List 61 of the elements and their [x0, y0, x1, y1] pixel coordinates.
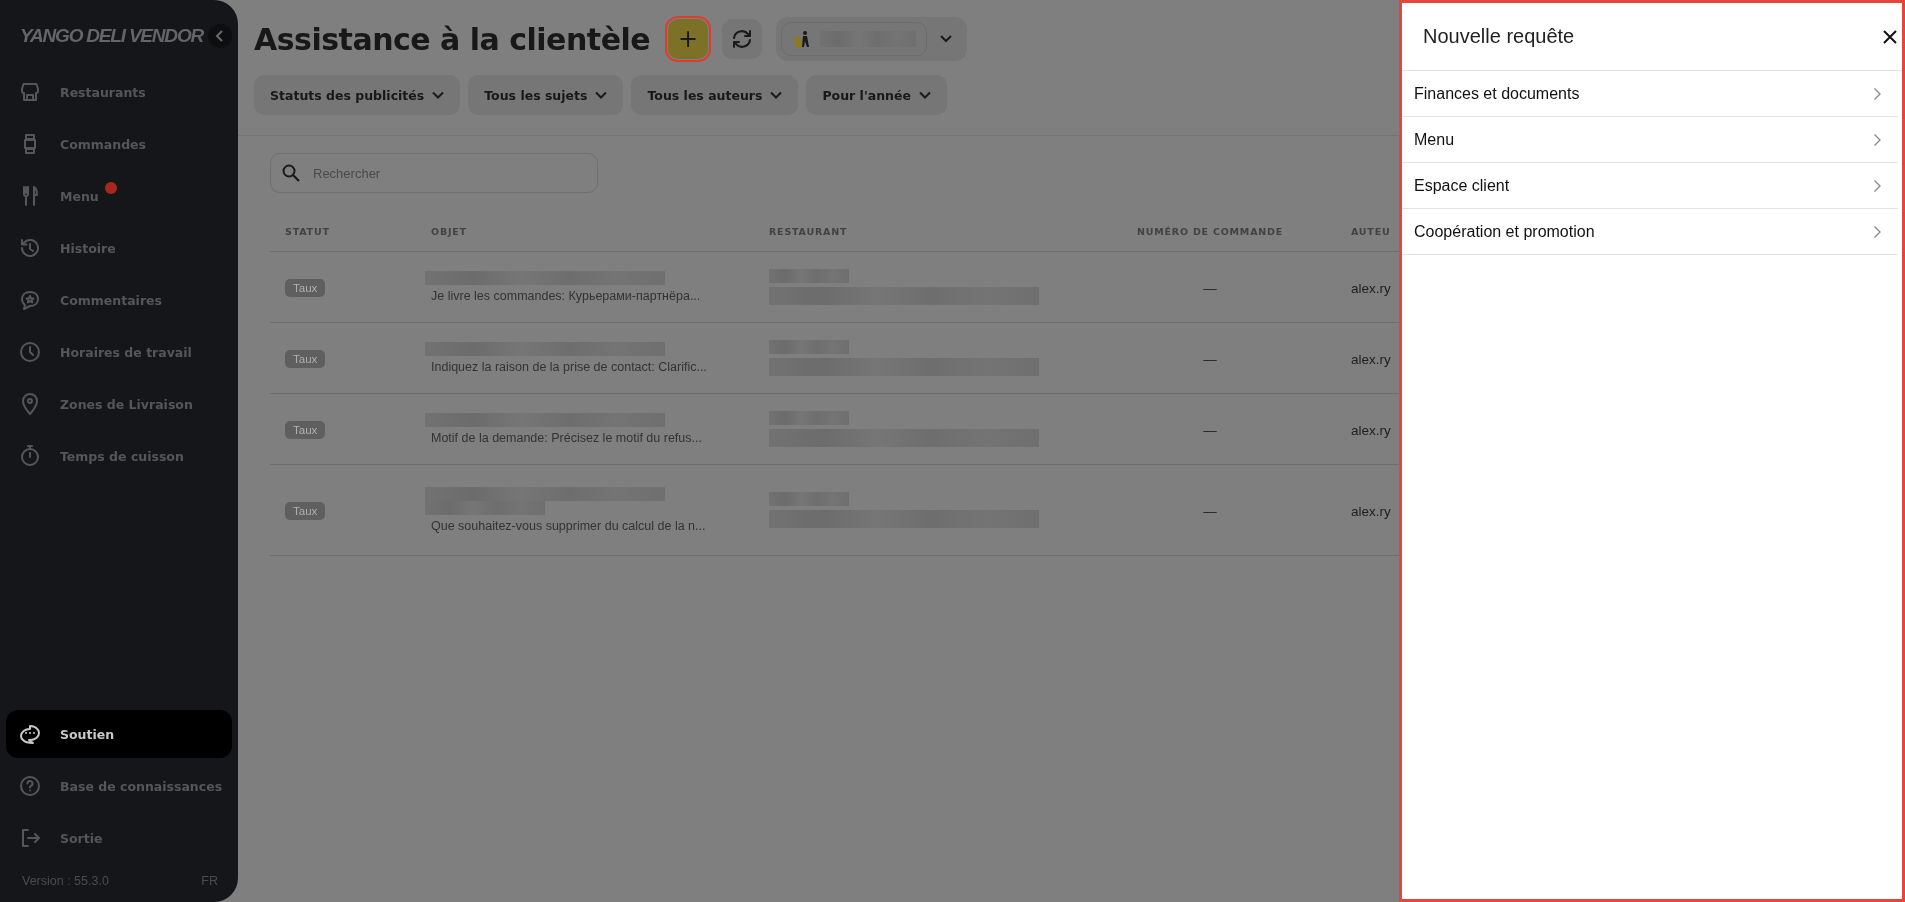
chevron-down-icon — [770, 91, 783, 99]
nav-icon — [18, 288, 42, 312]
sidebar-item[interactable]: Horaires de travail — [6, 328, 232, 376]
author-cell: alex.ry — [1351, 280, 1391, 296]
author-cell: alex.ry — [1351, 422, 1391, 438]
column-header: OBJET — [431, 225, 468, 237]
sidebar-item[interactable]: Histoire — [6, 224, 232, 272]
order-number-cell: — — [1203, 351, 1217, 367]
add-button[interactable]: + — [668, 19, 709, 59]
status-badge: Taux — [285, 350, 326, 368]
chevron-down-icon — [918, 91, 931, 99]
sidebar-item[interactable]: Menu — [6, 172, 232, 220]
page-title: Assistance à la clientèle — [254, 21, 651, 57]
filter-dropdown[interactable]: Tous les sujets — [468, 75, 624, 115]
sidebar-item[interactable]: Temps de cuisson — [6, 432, 232, 480]
sidebar-item[interactable]: Commentaires — [6, 276, 232, 324]
refresh-button[interactable] — [722, 19, 763, 59]
sidebar-item[interactable]: Restaurants — [6, 68, 232, 116]
order-number-cell: — — [1203, 422, 1217, 438]
nav-icon — [18, 774, 42, 798]
chevron-right-icon — [1873, 132, 1882, 147]
nav-icon — [18, 236, 42, 260]
chevron-down-icon — [432, 91, 445, 99]
nav-icon — [18, 340, 42, 364]
column-header: NUMÉRO DE COMMANDE — [1136, 225, 1284, 237]
status-badge: Taux — [285, 421, 326, 439]
panel-title: Nouvelle requête — [1423, 25, 1575, 48]
subject-text: Motif de la demande: Précisez le motif du refus... — [431, 431, 703, 445]
filter-dropdown[interactable]: Pour l'année — [806, 75, 947, 115]
search-icon — [282, 164, 300, 182]
author-cell: alex.ry — [1351, 503, 1391, 519]
nav-icon — [18, 722, 42, 746]
subject-text: Je livre les commandes: Курьерами-партнёра... — [431, 289, 702, 303]
nav-icon — [18, 444, 42, 468]
filter-dropdown[interactable]: Statuts des publicités — [254, 75, 461, 115]
sidebar-item[interactable]: Base de connaissances — [6, 762, 232, 810]
logo: YANGO DELI VENDOR — [20, 25, 203, 47]
filter-dropdown[interactable]: Tous les auteurs — [631, 75, 799, 115]
column-header: AUTEU — [1351, 225, 1392, 237]
sidebar-item[interactable]: Soutien — [6, 710, 232, 758]
chevron-right-icon — [1873, 178, 1882, 193]
nav-icon — [18, 80, 42, 104]
subject-text: Indiquez la raison de la prise de contact: Clarific... — [431, 360, 708, 374]
sidebar-item[interactable]: Zones de Livraison — [6, 380, 232, 428]
order-number-cell: — — [1203, 280, 1217, 296]
author-cell: alex.ry — [1351, 351, 1391, 367]
chevron-left-icon — [215, 30, 225, 42]
chevron-right-icon — [1873, 224, 1882, 239]
status-badge: Taux — [285, 502, 326, 520]
chevron-right-icon — [1873, 86, 1882, 101]
collapse-button[interactable] — [208, 24, 232, 48]
column-header: RESTAURANT — [769, 225, 849, 237]
close-icon — [1882, 28, 1898, 45]
sidebar-item[interactable]: Sortie — [6, 814, 232, 862]
sidebar-item[interactable]: Commandes — [6, 120, 232, 168]
order-number-cell: — — [1203, 503, 1217, 519]
status-badge: Taux — [285, 279, 326, 297]
subject-text: Que souhaitez-vous supprimer du calcul de la n... — [431, 519, 707, 533]
chevron-down-icon — [939, 34, 954, 44]
column-header: STATUT — [285, 225, 331, 237]
chevron-down-icon — [595, 91, 608, 99]
